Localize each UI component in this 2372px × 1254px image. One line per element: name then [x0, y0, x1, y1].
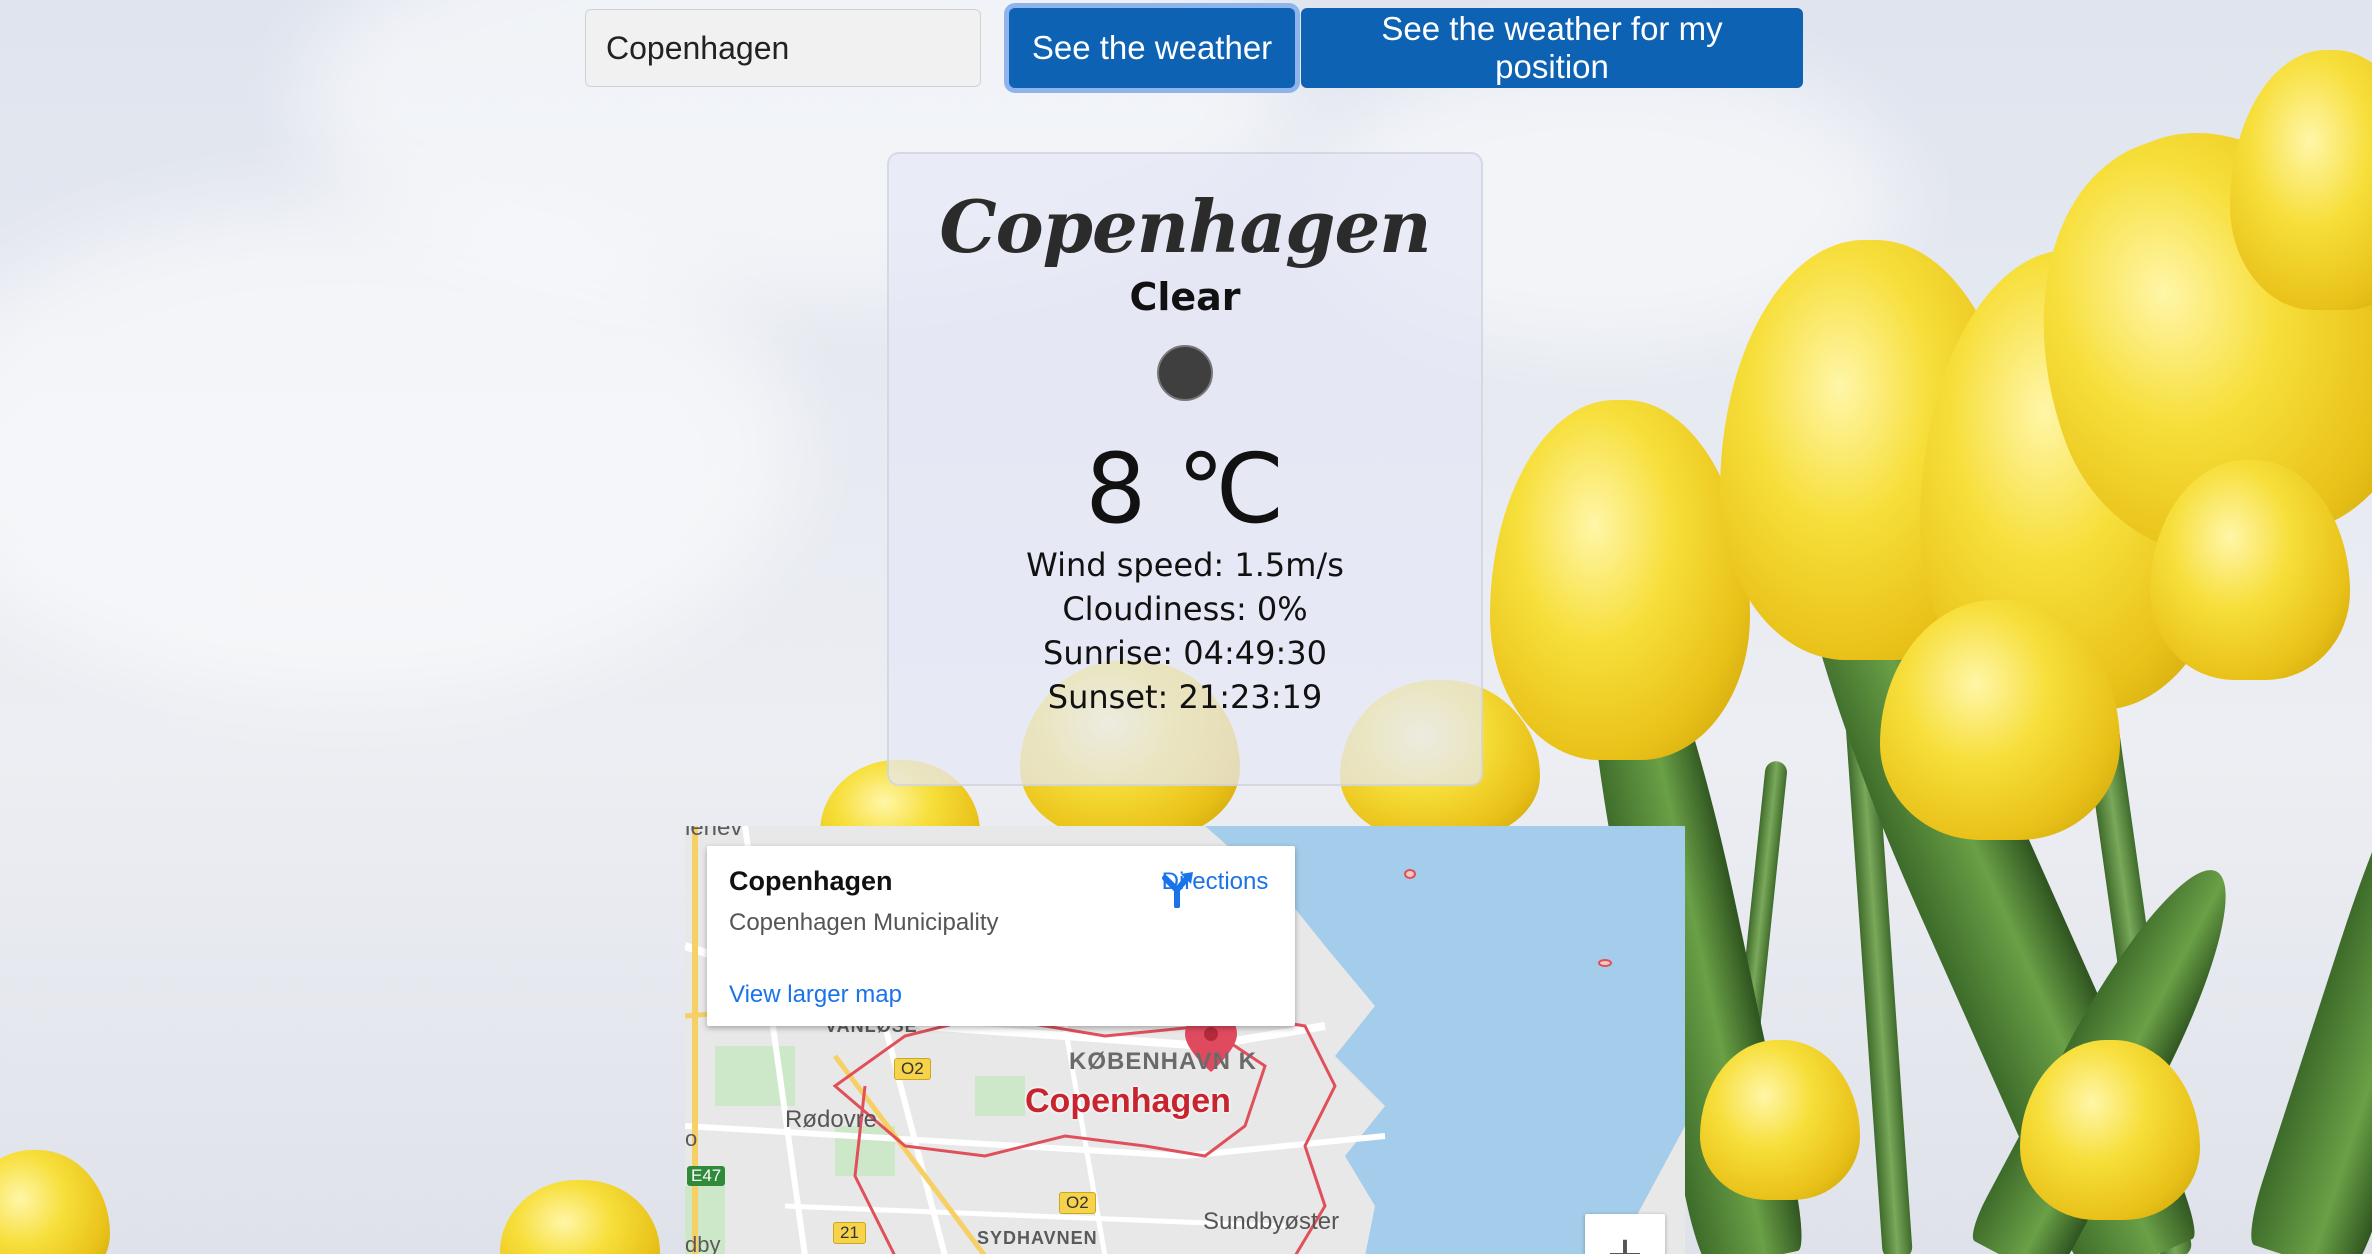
road-sign-21: 21 — [833, 1222, 866, 1244]
directions-icon — [1162, 872, 1193, 908]
road-sign-o2-south: O2 — [1059, 1192, 1096, 1214]
see-weather-button[interactable]: See the weather — [1009, 8, 1295, 88]
road-sign-e47: E47 — [687, 1166, 726, 1186]
map-label-edge-bottom: dby — [685, 1232, 721, 1254]
map-label-rodovre: Rødovre — [785, 1106, 878, 1133]
weather-condition: Clear — [1129, 275, 1241, 319]
map-label-koebenhavn: KØBENHAVN K — [1069, 1048, 1257, 1075]
map-label-edge-left: o — [685, 1126, 698, 1151]
road-sign-o2: O2 — [894, 1058, 931, 1080]
city-input[interactable] — [585, 9, 981, 87]
map-label-copenhagen: Copenhagen — [1025, 1082, 1231, 1120]
map-label-sundbyoster: Sundbyøster — [1203, 1208, 1340, 1235]
weather-card: Copenhagen Clear 8 ℃ Wind speed: 1.5m/s … — [887, 152, 1483, 786]
weather-details: Wind speed: 1.5m/s Cloudiness: 0% Sunris… — [889, 543, 1481, 719]
map-place-subtitle: Copenhagen Municipality — [729, 909, 999, 936]
weather-condition-icon — [1157, 345, 1213, 401]
embedded-map[interactable]: lenev dby o VANLØSE KØBENHAVN K Copenhag… — [685, 826, 1685, 1254]
cloudiness: Cloudiness: 0% — [1062, 590, 1308, 628]
see-weather-my-position-button[interactable]: See the weather for my position — [1301, 8, 1803, 88]
city-title: Copenhagen — [939, 184, 1431, 269]
directions-button[interactable]: Directions — [1157, 868, 1273, 908]
wind-speed: Wind speed: 1.5m/s — [1026, 546, 1344, 584]
map-info-card: Copenhagen Copenhagen Municipality View … — [707, 846, 1295, 1026]
sunset: Sunset: 21:23:19 — [1047, 678, 1323, 716]
zoom-in-button[interactable]: + — [1585, 1214, 1665, 1254]
sunrise: Sunrise: 04:49:30 — [1043, 634, 1327, 672]
map-place-title: Copenhagen — [729, 866, 893, 896]
map-label-sydhavnen: SYDHAVNEN — [977, 1228, 1098, 1248]
view-larger-map-link[interactable]: View larger map — [729, 981, 902, 1009]
search-bar: See the weather See the weather for my p… — [585, 8, 1803, 88]
map-label-edge-top: lenev — [685, 826, 743, 841]
temperature: 8 ℃ — [1085, 433, 1285, 545]
